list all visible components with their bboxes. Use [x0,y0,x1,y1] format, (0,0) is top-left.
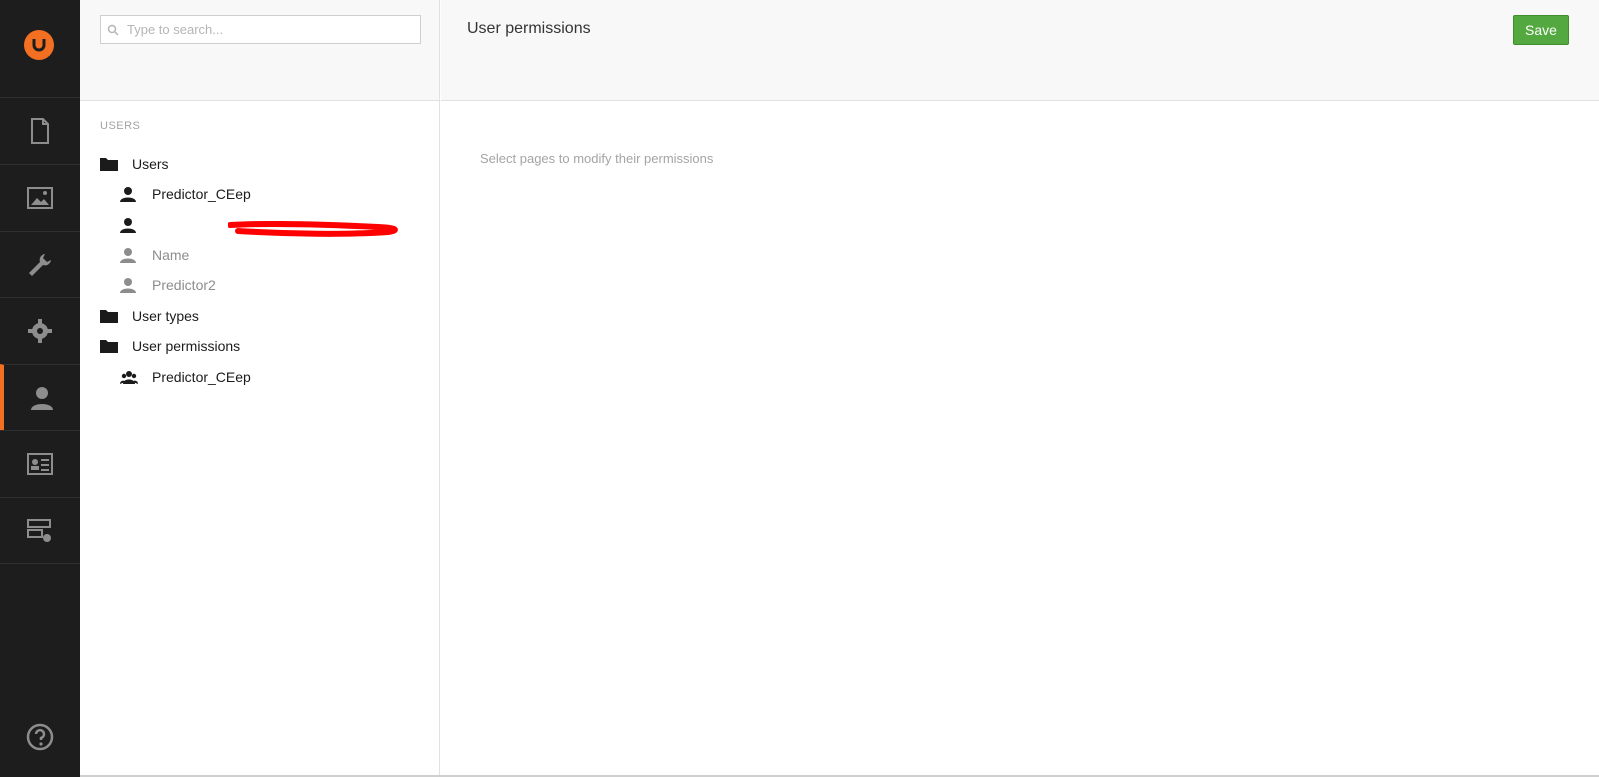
empty-state-hint: Select pages to modify their permissions [480,151,714,166]
media-icon [27,187,53,209]
tree-node-user[interactable]: Predictor2 [120,274,216,296]
help-icon [26,723,54,751]
tree-node-permission-user[interactable]: Predictor_CEep [120,366,251,388]
tree-node-label: Predictor2 [152,277,216,293]
folder-icon [100,339,122,353]
editor-panel: User permissions Save Select pages to mo… [441,0,1599,777]
tree-section-title: USERS [100,120,141,132]
tree-node-user-permissions[interactable]: User permissions [100,335,240,357]
tree-node-user[interactable] [120,214,152,236]
section-sidebar [0,0,80,777]
editor-header: User permissions Save [441,0,1599,101]
tree-header [80,0,439,101]
tree-node-user[interactable]: Predictor_CEep [120,183,251,205]
save-button[interactable]: Save [1513,15,1569,45]
forms-icon [27,518,51,542]
forms-section-button[interactable] [0,497,80,564]
user-icon [120,277,142,293]
search-box[interactable] [100,15,421,44]
users-icon [31,387,53,410]
tree-node-user-types[interactable]: User types [100,305,199,327]
tree-node-label: User types [132,308,199,324]
folder-icon [100,309,122,323]
user-icon [120,247,142,263]
tree-node-label: User permissions [132,338,241,354]
members-icon [27,453,53,475]
tree-panel: USERS Users Predictor_CEep Name Predicto… [80,0,440,777]
tree-node-label: Predictor_CEep [152,369,251,385]
users-section-button[interactable] [0,364,80,431]
user-icon [120,217,142,233]
folder-icon [100,157,122,171]
media-section-button[interactable] [0,164,80,231]
page-title: User permissions [467,20,591,37]
tree-node-user[interactable]: Name [120,244,189,266]
help-button[interactable] [0,717,80,757]
umbraco-logo-icon[interactable] [24,30,54,60]
tree-node-label: Predictor_CEep [152,186,251,202]
developer-section-button[interactable] [0,297,80,364]
redaction-scribble [228,221,398,237]
content-section-button[interactable] [0,97,80,164]
members-section-button[interactable] [0,430,80,497]
settings-icon [29,254,51,276]
developer-icon [28,319,52,343]
tree-node-label: Users [132,156,169,172]
tree-node-label: Name [152,247,190,263]
search-input[interactable] [125,21,409,38]
tree-node-users[interactable]: Users [100,153,169,175]
search-icon [107,24,119,36]
user-group-icon [120,370,142,384]
content-icon [31,118,49,144]
user-icon [120,186,142,202]
settings-section-button[interactable] [0,231,80,298]
